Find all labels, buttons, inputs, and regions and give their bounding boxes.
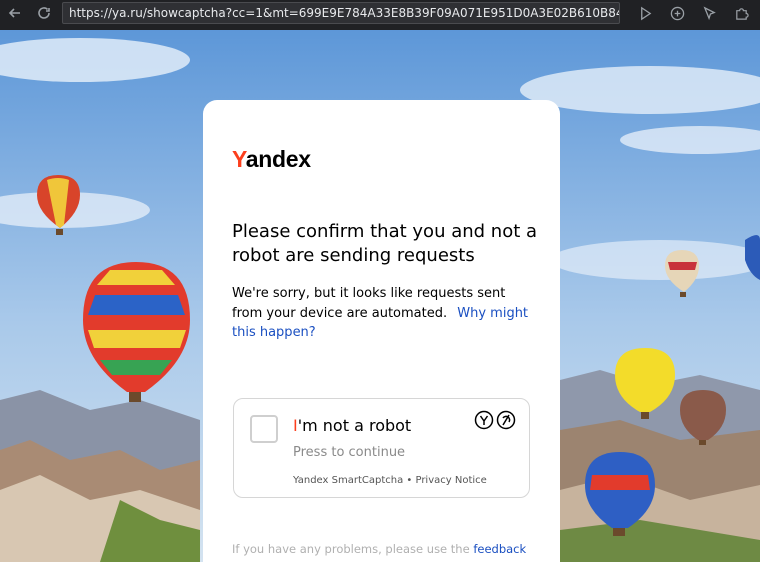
puzzle-icon[interactable]	[732, 4, 750, 22]
back-arrow-icon[interactable]	[4, 2, 26, 24]
add-circle-icon[interactable]	[668, 4, 686, 22]
captcha-card: Yandex Please confirm that you and not a…	[203, 100, 560, 562]
problems-note: If you have any problems, please use the…	[232, 542, 526, 556]
feedback-link[interactable]: feedback	[473, 542, 526, 556]
problems-text: If you have any problems, please use the	[232, 542, 470, 556]
play-icon[interactable]	[636, 4, 654, 22]
not-robot-checkbox[interactable]	[250, 415, 278, 443]
cursor-icon[interactable]	[700, 4, 718, 22]
timer-icon[interactable]	[496, 410, 516, 430]
smartcaptcha-widget[interactable]: I'm not a robot Press to continue Yandex…	[233, 398, 530, 498]
captcha-icons	[474, 410, 516, 430]
press-to-continue-hint: Press to continue	[293, 445, 406, 460]
captcha-footer: Yandex SmartCaptcha • Privacy Notice	[293, 475, 487, 486]
yandex-logo: Yandex	[232, 146, 311, 172]
description: We're sorry, but it looks like requests …	[232, 284, 537, 343]
address-bar[interactable]: https://ya.ru/showcaptcha?cc=1&mt=699E9E…	[62, 2, 620, 24]
not-robot-label: I'm not a robot	[293, 416, 412, 435]
reload-icon[interactable]	[33, 2, 55, 24]
page-title: Please confirm that you and not a robot …	[232, 221, 538, 266]
toolbar-icons	[636, 4, 750, 22]
audio-captcha-icon[interactable]	[474, 410, 494, 430]
browser-toolbar: https://ya.ru/showcaptcha?cc=1&mt=699E9E…	[0, 0, 760, 30]
